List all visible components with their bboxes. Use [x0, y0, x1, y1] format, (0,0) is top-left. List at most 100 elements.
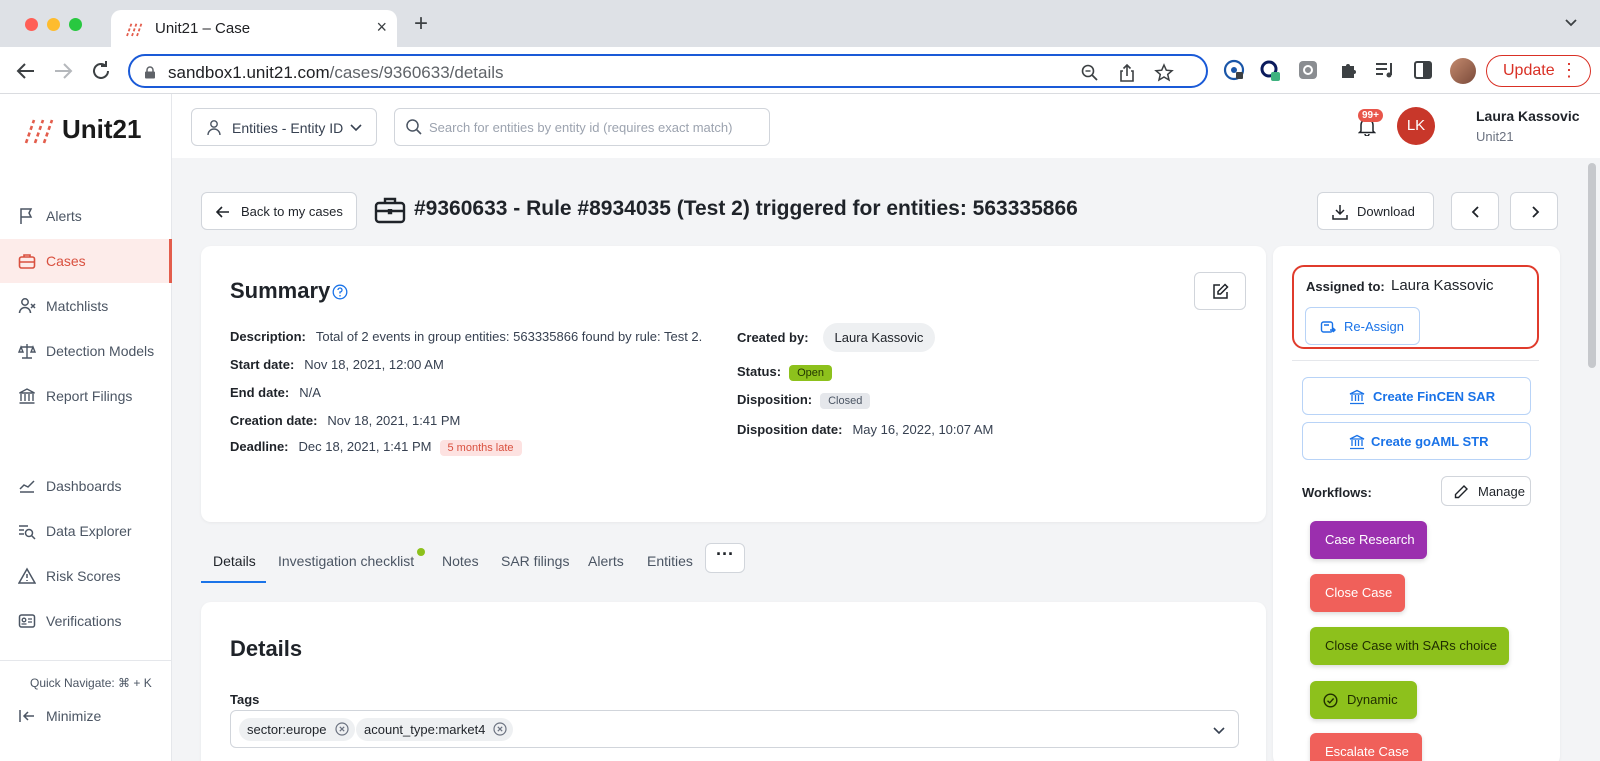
line-chart-icon — [19, 480, 35, 493]
sidebar-item-report-filings[interactable]: Report Filings — [0, 374, 172, 418]
tab-investigation-checklist[interactable]: Investigation checklist — [278, 553, 414, 569]
chevron-left-icon — [1471, 206, 1479, 218]
bank-icon — [1349, 434, 1365, 450]
puzzle-extensions-icon[interactable] — [1338, 59, 1360, 81]
entity-search-box[interactable] — [394, 108, 770, 146]
minimize-sidebar-button[interactable]: Minimize — [0, 694, 172, 738]
workflow-case-research-button[interactable]: Case Research — [1310, 521, 1427, 559]
forward-arrow-icon[interactable] — [51, 59, 75, 83]
sidebar-panel-icon[interactable] — [1412, 59, 1434, 81]
tag-chip: acount_type:market4 — [356, 718, 514, 741]
gear-extension-icon[interactable] — [1297, 59, 1319, 81]
details-title: Details — [230, 636, 303, 661]
tab-alerts[interactable]: Alerts — [588, 553, 624, 569]
summary-card: Summary Description: Total of 2 events in… — [201, 246, 1266, 522]
bookmark-star-icon[interactable] — [1154, 63, 1174, 83]
bank-icon — [1349, 389, 1365, 405]
window-zoom-dot[interactable] — [69, 18, 82, 31]
flag-icon — [20, 208, 33, 224]
tab-sar-filings[interactable]: SAR filings — [501, 553, 569, 569]
sidebar-item-verifications[interactable]: Verifications — [0, 599, 172, 643]
workflow-escalate-case-button[interactable]: Escalate Case — [1310, 733, 1422, 761]
sidebar-item-cases[interactable]: Cases — [0, 239, 172, 283]
created-by-field: Created by: Laura Kassovic — [737, 323, 936, 352]
password-manager-extension-icon[interactable] — [1223, 59, 1245, 81]
panel-divider — [1292, 360, 1539, 361]
tags-select[interactable]: sector:europe acount_type:market4 — [230, 710, 1239, 748]
address-bar[interactable]: sandbox1.unit21.com/cases/9360633/detail… — [128, 54, 1208, 88]
new-tab-icon[interactable]: + — [414, 12, 428, 36]
sidebar-item-risk-scores[interactable]: Risk Scores — [0, 554, 172, 598]
next-case-button[interactable] — [1510, 192, 1558, 230]
workflow-close-case-button[interactable]: Close Case — [1310, 574, 1405, 612]
remove-tag-icon[interactable] — [334, 722, 349, 736]
sidebar-item-matchlists[interactable]: Matchlists — [0, 284, 172, 328]
back-arrow-icon[interactable] — [14, 59, 38, 83]
back-to-cases-button[interactable]: Back to my cases — [201, 192, 357, 230]
kebab-menu-icon: ⋮ — [1560, 60, 1578, 80]
sidebar-item-alerts[interactable]: Alerts — [0, 194, 172, 238]
sidebar-item-detection-models[interactable]: Detection Models — [0, 329, 172, 373]
sidebar-item-dashboards[interactable]: Dashboards — [0, 464, 172, 508]
window-minimize-dot[interactable] — [47, 18, 60, 31]
collapse-left-icon — [19, 710, 34, 722]
user-name: Laura Kassovic — [1476, 108, 1580, 124]
id-card-icon — [18, 614, 36, 628]
sidebar-item-data-explorer[interactable]: Data Explorer — [0, 509, 172, 553]
tab-search-chevron-icon[interactable] — [1564, 16, 1578, 30]
previous-case-button[interactable] — [1451, 192, 1499, 230]
edit-summary-button[interactable] — [1194, 272, 1246, 310]
window-close-dot[interactable] — [25, 18, 38, 31]
page-scrollbar[interactable] — [1588, 163, 1596, 368]
assigned-to-label: Assigned to: — [1306, 279, 1385, 294]
briefcase-icon — [374, 197, 406, 224]
browser-toolbar: sandbox1.unit21.com/cases/9360633/detail… — [0, 47, 1600, 94]
create-goaml-str-button[interactable]: Create goAML STR — [1302, 422, 1531, 460]
tab-notes[interactable]: Notes — [442, 553, 479, 569]
chevron-right-icon — [1532, 206, 1540, 218]
reload-icon[interactable] — [89, 59, 113, 83]
workflow-close-case-sars-button[interactable]: Close Case with SARs choice — [1310, 627, 1509, 665]
user-avatar[interactable]: LK — [1397, 107, 1435, 145]
start-date-field: Start date: Nov 18, 2021, 12:00 AM — [230, 357, 444, 372]
create-fincen-sar-button[interactable]: Create FinCEN SAR — [1302, 377, 1531, 415]
brand-name: Unit21 — [62, 114, 142, 144]
page-title: #9360633 - Rule #8934035 (Test 2) trigge… — [414, 197, 1078, 220]
end-date-field: End date: N/A — [230, 385, 321, 400]
manage-workflows-button[interactable]: Manage — [1441, 476, 1531, 506]
tags-label: Tags — [230, 692, 260, 707]
status-badge: Open — [789, 365, 832, 381]
workflow-dynamic-button[interactable]: Dynamic — [1310, 681, 1417, 719]
more-tabs-icon[interactable]: ··· — [705, 543, 745, 573]
zoom-icon[interactable] — [1080, 63, 1100, 83]
share-icon[interactable] — [1117, 63, 1137, 83]
tab-close-icon[interactable]: × — [376, 17, 387, 38]
bank-icon — [19, 388, 35, 404]
browser-update-button[interactable]: Update ⋮ — [1486, 55, 1591, 87]
arrow-left-icon — [216, 206, 229, 218]
tab-entities[interactable]: Entities — [647, 553, 693, 569]
user-icon — [207, 120, 221, 136]
help-circle-icon[interactable] — [332, 284, 348, 300]
download-button[interactable]: Download — [1317, 192, 1434, 230]
browser-profile-avatar[interactable] — [1450, 58, 1476, 84]
media-queue-icon[interactable] — [1374, 59, 1396, 81]
reassign-button[interactable]: Re-Assign — [1305, 307, 1420, 345]
summary-title: Summary — [230, 278, 331, 303]
remove-tag-icon[interactable] — [493, 722, 508, 736]
disposition-field: Disposition: Closed — [737, 392, 871, 409]
tab-details[interactable]: Details — [213, 553, 256, 569]
lock-icon — [145, 66, 155, 79]
circle-extension-icon[interactable] — [1259, 59, 1281, 81]
url-text: sandbox1.unit21.com/cases/9360633/detail… — [168, 63, 504, 82]
status-field: Status: Open — [737, 364, 832, 381]
search-list-icon — [19, 525, 36, 540]
entity-type-select[interactable]: Entities - Entity ID — [191, 108, 377, 146]
quick-navigate-hint: Quick Navigate: ⌘ + K — [30, 676, 152, 690]
tag-chip: sector:europe — [239, 718, 355, 741]
entity-search-input[interactable] — [429, 116, 759, 138]
creation-date-field: Creation date: Nov 18, 2021, 1:41 PM — [230, 413, 461, 428]
check-circle-icon — [1323, 693, 1338, 708]
deadline-field: Deadline: Dec 18, 2021, 1:41 PM 5 months l… — [230, 439, 522, 456]
browser-tab[interactable]: Unit21 – Case × — [111, 10, 397, 47]
